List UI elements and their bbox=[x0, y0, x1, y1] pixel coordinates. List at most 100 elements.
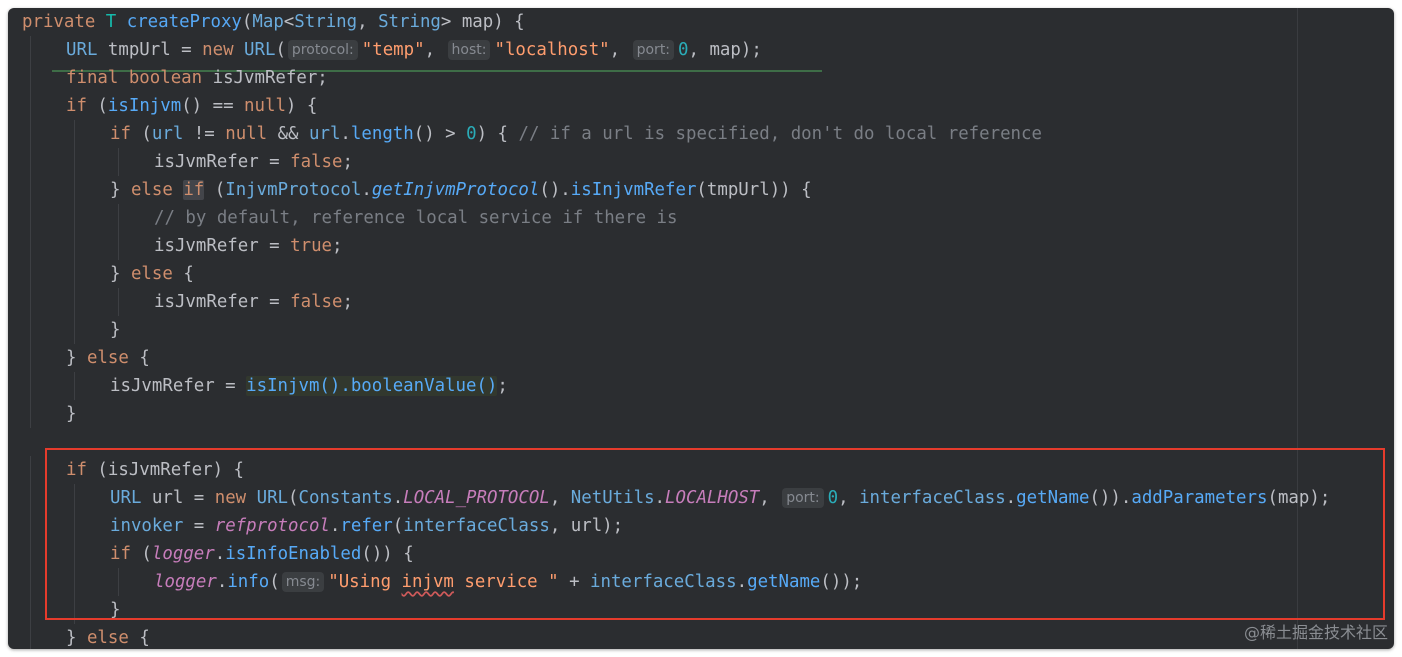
code-line[interactable]: isJvmRefer = true; bbox=[22, 232, 1394, 260]
code-line[interactable]: // by default, reference local service i… bbox=[22, 204, 1394, 232]
code-token: else bbox=[86, 628, 140, 648]
code-token: url bbox=[151, 124, 184, 144]
indent-guide bbox=[30, 64, 31, 92]
code-line-content: } bbox=[110, 320, 120, 340]
code-line-content: } else { bbox=[66, 348, 150, 368]
code-line[interactable]: } else if (InjvmProtocol.getInjvmProtoco… bbox=[22, 176, 1394, 204]
code-token: { bbox=[139, 348, 150, 368]
parameter-hint: host: bbox=[447, 40, 491, 60]
code-line[interactable]: URL tmpUrl = new URL(protocol: "temp", ho… bbox=[22, 36, 1394, 64]
code-line-content: isJvmRefer = false; bbox=[154, 292, 353, 312]
code-line-content: } else { bbox=[110, 264, 194, 284]
code-line[interactable]: } else { bbox=[22, 260, 1394, 288]
indent-guide bbox=[118, 204, 119, 232]
indent-guide bbox=[30, 204, 31, 232]
code-token: () == bbox=[181, 96, 245, 116]
code-token: ; bbox=[342, 292, 353, 312]
code-line-content: isJvmRefer = isInjvm().booleanValue(); bbox=[110, 376, 508, 396]
code-token: tmpUrl = bbox=[97, 40, 203, 60]
code-line[interactable]: if (isInjvm() == null) { bbox=[22, 92, 1394, 120]
code-token: . bbox=[340, 124, 351, 144]
code-token: url bbox=[309, 124, 341, 144]
indent-guide bbox=[30, 288, 31, 316]
code-token: URL bbox=[244, 40, 276, 60]
code-token: ) { bbox=[285, 96, 318, 116]
code-token: ( bbox=[97, 96, 108, 116]
indent-guide bbox=[30, 148, 31, 176]
indent-guide bbox=[30, 512, 31, 540]
code-token: Map bbox=[252, 12, 284, 32]
code-token: ( bbox=[204, 180, 226, 200]
code-token: } bbox=[110, 180, 131, 200]
code-line-content: final boolean isJvmRefer; bbox=[66, 68, 328, 88]
code-token: } bbox=[66, 404, 77, 424]
indent-guide bbox=[30, 176, 31, 204]
code-line[interactable]: } bbox=[22, 316, 1394, 344]
code-token: 0 bbox=[466, 124, 477, 144]
indent-guide bbox=[118, 288, 119, 316]
code-token: isJvmRefer = bbox=[154, 236, 291, 256]
code-token: final boolean bbox=[66, 68, 213, 88]
code-token: && bbox=[267, 124, 309, 144]
code-line-content: URL tmpUrl = new URL(protocol: "temp", ho… bbox=[66, 40, 762, 60]
code-token: isJvmRefer = bbox=[154, 292, 291, 312]
code-token: null bbox=[225, 124, 268, 144]
code-token: String bbox=[378, 12, 441, 32]
indent-guide bbox=[118, 148, 119, 176]
indent-guide bbox=[30, 344, 31, 372]
indent-guide bbox=[74, 372, 75, 400]
code-line-content: } bbox=[66, 404, 76, 424]
code-line[interactable]: } else { bbox=[22, 344, 1394, 372]
code-line[interactable]: isJvmRefer = false; bbox=[22, 148, 1394, 176]
code-token: if bbox=[110, 124, 142, 144]
code-token: true bbox=[290, 236, 333, 256]
code-line[interactable]: } else { bbox=[22, 624, 1394, 649]
indent-guide bbox=[74, 176, 75, 204]
code-line-content: // by default, reference local service i… bbox=[154, 208, 678, 228]
indent-guide bbox=[74, 120, 75, 148]
code-token: , bbox=[357, 12, 379, 32]
code-token: if bbox=[66, 96, 98, 116]
code-token: "temp" bbox=[361, 40, 425, 60]
code-token: ; bbox=[497, 376, 508, 396]
indent-guide bbox=[30, 232, 31, 260]
code-token: T bbox=[105, 12, 127, 32]
code-line-content: isJvmRefer = false; bbox=[154, 152, 353, 172]
code-token: ; bbox=[332, 236, 343, 256]
code-token: getInjvmProtocol bbox=[371, 180, 540, 200]
indent-guide bbox=[30, 484, 31, 512]
indent-guide bbox=[74, 204, 75, 232]
code-token: else bbox=[130, 264, 184, 284]
code-token: length bbox=[350, 124, 414, 144]
code-token: } bbox=[66, 628, 87, 648]
indent-guide bbox=[30, 316, 31, 344]
indent-guide bbox=[74, 316, 75, 344]
code-token: } bbox=[110, 264, 131, 284]
code-token: else bbox=[86, 348, 140, 368]
indent-guide bbox=[30, 36, 31, 64]
code-token: null bbox=[244, 96, 286, 116]
indent-guide bbox=[30, 624, 31, 649]
code-line[interactable]: if (url != null && url.length() > 0) { /… bbox=[22, 120, 1394, 148]
code-token: != bbox=[183, 124, 226, 144]
code-token: > map) { bbox=[440, 12, 525, 32]
indent-guide bbox=[30, 372, 31, 400]
code-token: ( bbox=[241, 12, 253, 32]
highlighted-keyword: if bbox=[183, 180, 205, 200]
code-token: 0 bbox=[678, 40, 689, 60]
code-token: isJvmRefer = bbox=[110, 376, 247, 396]
code-token: ( bbox=[141, 124, 152, 144]
code-line[interactable]: private T createProxy(Map<String, String… bbox=[22, 8, 1394, 36]
code-line[interactable]: final boolean isJvmRefer; bbox=[22, 64, 1394, 92]
code-line[interactable]: isJvmRefer = false; bbox=[22, 288, 1394, 316]
indent-guide bbox=[118, 232, 119, 260]
code-token: ; bbox=[342, 152, 353, 172]
code-token: "localhost" bbox=[494, 40, 610, 60]
code-line[interactable]: } bbox=[22, 400, 1394, 428]
code-token: , bbox=[609, 40, 631, 60]
code-token: } bbox=[66, 348, 87, 368]
highlight-box bbox=[45, 448, 1385, 620]
code-token: String bbox=[294, 12, 358, 32]
indent-guide bbox=[74, 148, 75, 176]
code-line[interactable]: isJvmRefer = isInjvm().booleanValue(); bbox=[22, 372, 1394, 400]
